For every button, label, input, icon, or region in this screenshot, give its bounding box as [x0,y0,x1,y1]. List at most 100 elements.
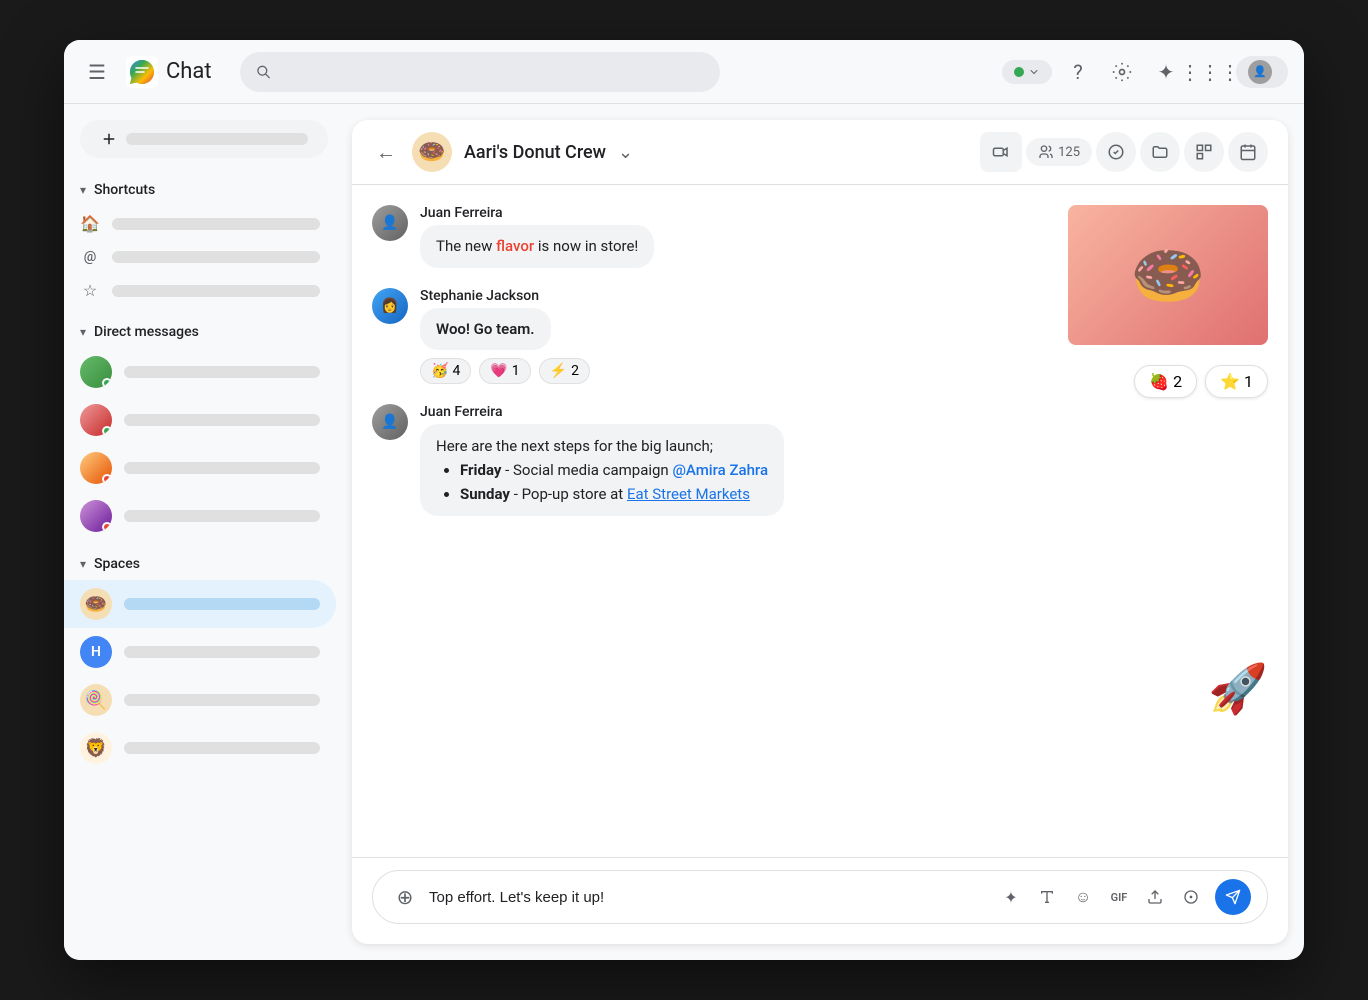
dm-section-header[interactable]: ▾ Direct messages [64,308,344,348]
back-button[interactable]: ← [372,136,400,169]
members-count: 125 [1058,145,1080,160]
dm-item-2[interactable] [64,396,336,444]
heart-count: 1 [512,363,520,379]
top-bar-right: ? ✦ ⋮⋮⋮ 👤 [1002,54,1288,90]
dm-chevron-icon: ▾ [80,325,86,339]
space-name-candy [124,694,320,706]
dm-item-4[interactable] [64,492,336,540]
sidebar-item-candy[interactable]: 🍭 [64,676,336,724]
upload-button[interactable] [1139,881,1171,913]
donut-image-placeholder: 🍩 [1068,205,1268,345]
format-icon [1039,889,1055,905]
chevron-down-icon [1028,66,1040,78]
emoji-picker-button[interactable]: ☺ [1067,881,1099,913]
friday-text: - Social media campaign [505,461,672,479]
video-call-button[interactable] [980,132,1022,172]
reaction-heart[interactable]: 💗 1 [479,358,530,384]
dm-item-3[interactable] [64,444,336,492]
mention-icon: @ [80,249,100,265]
flavor-highlight: flavor [496,237,534,255]
input-area: ⊕ ✦ ☺ GIF [352,857,1288,944]
dm-avatar-1 [80,356,112,388]
more-options-button[interactable] [1175,881,1207,913]
new-chat-button[interactable] [80,120,328,158]
message-group-3: 👤 Juan Ferreira Here are the next steps … [372,404,1268,516]
lightning-emoji: ⚡ [550,363,567,379]
menu-icon[interactable]: ☰ [80,52,114,92]
message-bubble-3: Here are the next steps for the big laun… [420,424,784,516]
rocket-emoji: 🚀 [1208,660,1268,717]
space-avatar-lion: 🦁 [80,732,112,764]
sidebar: ▾ Shortcuts 🏠 @ ☆ ▾ Direct messages [64,104,344,960]
members-button[interactable]: 125 [1026,138,1092,166]
chat-header: ← 🍩 Aari's Donut Crew ⌄ [352,120,1288,185]
tasks-button[interactable] [1096,132,1136,172]
new-chat-label-placeholder [126,133,308,145]
home-label [112,218,320,230]
help-icon[interactable]: ? [1060,54,1096,90]
gemini-icon[interactable]: ✦ [1148,54,1184,90]
circle-options-icon [1183,889,1199,905]
juan-avatar-1: 👤 [372,205,408,241]
status-indicator[interactable] [1002,60,1052,84]
integrations-button[interactable] [1184,132,1224,172]
folder-icon [1151,143,1169,161]
sidebar-item-home[interactable]: 🏠 [64,206,336,241]
calendar-button[interactable] [1228,132,1268,172]
members-icon [1038,144,1054,160]
space-avatar-candy: 🍭 [80,684,112,716]
account-chip[interactable]: 👤 [1236,56,1288,88]
stephanie-avatar: 👩 [372,288,408,324]
settings-icon[interactable] [1104,54,1140,90]
dm-item-1[interactable] [64,348,336,396]
status-dot [1014,67,1024,77]
spaces-label: Spaces [94,556,140,572]
shortcuts-chevron-icon: ▾ [80,183,86,197]
chat-logo-icon [126,56,158,88]
input-container: ⊕ ✦ ☺ GIF [372,870,1268,924]
heart-emoji: 💗 [490,363,507,379]
dm-status-busy-3 [102,474,112,484]
sunday-bold: Sunday [460,485,510,503]
spaces-chevron-icon: ▾ [80,557,86,571]
files-button[interactable] [1140,132,1180,172]
dm-status-online-1 [102,378,112,388]
sidebar-item-lion[interactable]: 🦁 [64,724,336,772]
search-input[interactable] [279,64,704,80]
msg-text-1b: is now in store! [538,237,638,255]
sidebar-item-starred[interactable]: ☆ [64,273,336,308]
send-button[interactable] [1215,879,1251,915]
sidebar-item-donut-crew[interactable]: 🍩 [64,580,336,628]
add-attachment-button[interactable]: ⊕ [389,881,421,913]
apps-icon[interactable]: ⋮⋮⋮ [1192,54,1228,90]
format-text-icon[interactable] [1031,881,1063,913]
strawberry-reaction[interactable]: 🍓 2 [1134,365,1197,398]
spaces-section-header[interactable]: ▾ Spaces [64,540,344,580]
search-icon [256,64,271,80]
dm-name-2 [124,414,320,426]
star-reaction[interactable]: ⭐ 1 [1205,365,1268,398]
lightning-count: 2 [571,363,579,379]
eat-street-link[interactable]: Eat Street Markets [627,485,750,503]
message-input[interactable] [429,889,987,906]
amira-mention[interactable]: @Amira Zahra [672,461,768,479]
dm-avatar-4 [80,500,112,532]
top-bar: ☰ Chat [64,40,1304,104]
user-avatar: 👤 [1248,60,1272,84]
search-bar[interactable] [240,52,720,92]
sidebar-item-h[interactable]: H [64,628,336,676]
sidebar-item-mentions[interactable]: @ [64,241,336,273]
reaction-lightning[interactable]: ⚡ 2 [539,358,590,384]
message-bubble-2: Woo! Go team. [420,308,551,351]
shortcuts-section-header[interactable]: ▾ Shortcuts [64,166,344,206]
msg-main-text: Here are the next steps for the big laun… [436,434,768,458]
logo-area: Chat [126,56,212,88]
gemini-input-icon[interactable]: ✦ [995,881,1027,913]
gif-button[interactable]: GIF [1103,881,1135,913]
dm-name-1 [124,366,320,378]
sender-name-3: Juan Ferreira [420,404,1268,420]
reaction-party[interactable]: 🥳 4 [420,358,471,384]
app-title: Chat [166,59,212,84]
group-dropdown-icon[interactable]: ⌄ [618,142,633,163]
starred-icon: ☆ [80,281,100,300]
